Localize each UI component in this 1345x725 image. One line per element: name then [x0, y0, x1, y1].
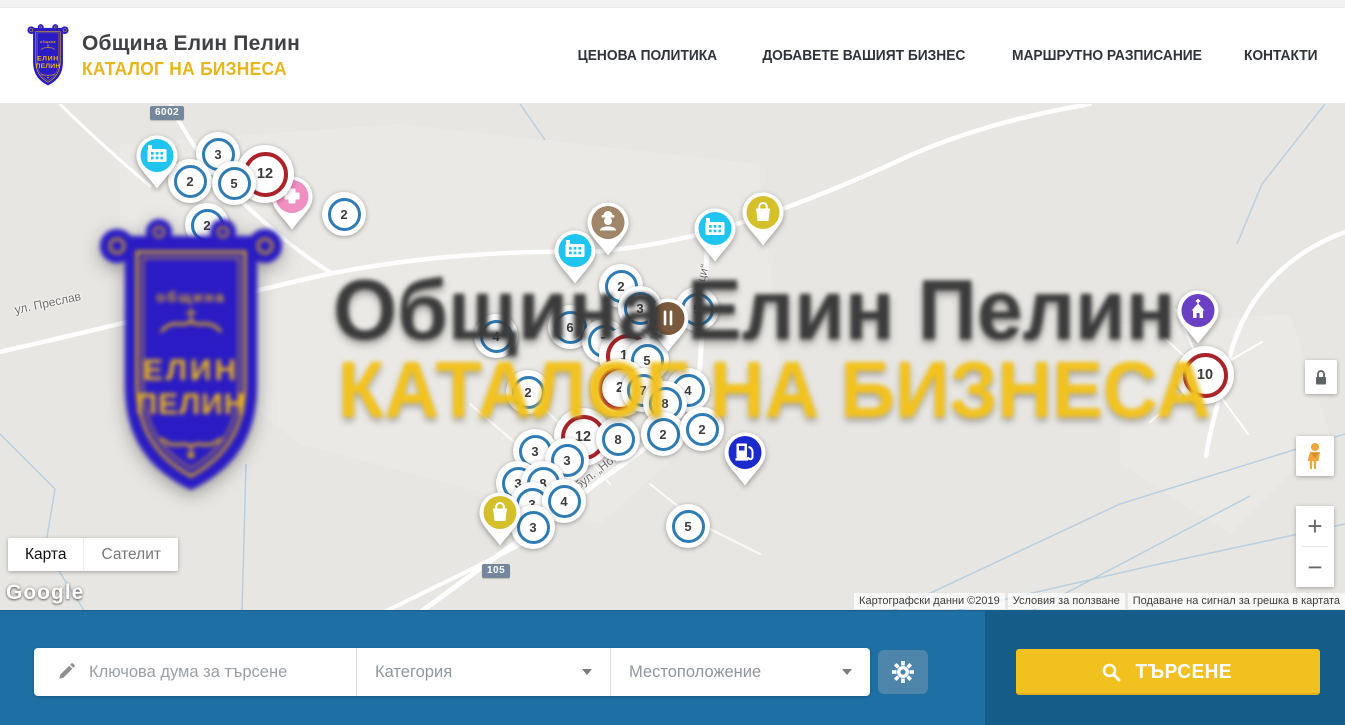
gear-icon — [891, 660, 915, 684]
map-canvas[interactable]: 6002105ул. Преславбул. „Новоселци“ 32125… — [0, 104, 1345, 610]
map-cluster-count: 4 — [548, 485, 581, 518]
lock-icon — [1312, 368, 1330, 386]
zoom-control: + − — [1296, 506, 1334, 587]
map-attribution: Картографски данни ©2019 Условия за полз… — [851, 593, 1345, 609]
brand[interactable]: Община Елин Пелин КАТАЛОГ НА БИЗНЕСА — [24, 22, 300, 90]
map-pin-factory[interactable] — [692, 207, 738, 263]
map-cluster-count: 2 — [328, 198, 361, 231]
map-cluster[interactable]: 4 — [474, 314, 518, 358]
pegman-icon — [1304, 442, 1326, 470]
attribution-terms-link[interactable]: Условия за ползване — [1008, 593, 1125, 609]
map-cluster[interactable]: 5 — [212, 161, 256, 205]
map-cluster-count: 5 — [218, 167, 251, 200]
keyword-field[interactable] — [34, 648, 356, 696]
search-icon — [1102, 663, 1121, 682]
location-select[interactable]: Местоположение — [610, 648, 870, 696]
map-markers: 321252223564713522748128223338343510 — [0, 104, 1345, 610]
map-cluster[interactable]: 8 — [596, 417, 640, 461]
site-subtitle: КАТАЛОГ НА БИЗНЕСА — [82, 58, 287, 80]
map-pin-fuel[interactable] — [722, 431, 768, 487]
map-cluster-count: 2 — [686, 413, 719, 446]
map-type-control: Карта Сателит — [8, 538, 178, 571]
map-type-satellite-button[interactable]: Сателит — [83, 538, 177, 571]
category-select-label: Категория — [375, 663, 452, 682]
map-cluster[interactable]: 2 — [680, 407, 724, 451]
google-logo[interactable]: Google — [6, 581, 84, 605]
nav-route-schedule[interactable]: МАРШРУТНО РАЗПИСАНИЕ — [1012, 48, 1202, 64]
attribution-copyright: Картографски данни ©2019 — [854, 593, 1005, 609]
map-cluster-count: 2 — [512, 376, 545, 409]
zoom-in-button[interactable]: + — [1296, 506, 1334, 546]
map-pin-factory[interactable] — [134, 134, 180, 190]
chevron-down-icon — [842, 669, 852, 675]
map-cluster-count: 2 — [191, 209, 224, 242]
main-nav: ЦЕНОВА ПОЛИТИКА ДОБАВЕТЕ ВАШИЯТ БИЗНЕС М… — [574, 48, 1320, 64]
map-type-map-button[interactable]: Карта — [8, 538, 83, 571]
map-pin-food[interactable] — [645, 297, 691, 353]
map-cluster-count: 10 — [1183, 353, 1228, 398]
map-cluster[interactable]: 10 — [1176, 346, 1234, 404]
map-cluster[interactable]: 2 — [506, 370, 550, 414]
map-pin-shopping[interactable] — [740, 191, 786, 247]
map-pin-builder[interactable] — [585, 201, 631, 257]
keyword-input[interactable] — [89, 663, 356, 682]
map-cluster[interactable]: 2 — [641, 412, 685, 456]
map-cluster-count: 8 — [602, 423, 635, 456]
pencil-icon — [56, 662, 76, 682]
page: Община Елин Пелин КАТАЛОГ НА БИЗНЕСА ЦЕН… — [0, 0, 1345, 725]
nav-contacts[interactable]: КОНТАКТИ — [1244, 48, 1318, 64]
attribution-report-link[interactable]: Подаване на сигнал за грешка в картата — [1128, 593, 1345, 609]
chevron-down-icon — [582, 669, 592, 675]
municipality-logo — [24, 22, 72, 90]
site-title: Община Елин Пелин — [82, 32, 300, 56]
header: Община Елин Пелин КАТАЛОГ НА БИЗНЕСА ЦЕН… — [0, 8, 1345, 104]
map-cluster[interactable]: 5 — [666, 504, 710, 548]
lock-button[interactable] — [1305, 360, 1337, 394]
pegman-button[interactable] — [1296, 436, 1334, 476]
search-bar: Категория Местоположение — [0, 610, 1345, 725]
map-cluster[interactable]: 2 — [322, 192, 366, 236]
search-form: Категория Местоположение — [34, 648, 870, 696]
search-button[interactable]: ТЪРСЕНЕ — [1016, 649, 1320, 695]
map-cluster-count: 5 — [672, 510, 705, 543]
zoom-out-button[interactable]: − — [1296, 547, 1334, 587]
map-pin-church[interactable] — [1175, 289, 1221, 345]
map-cluster-count: 2 — [647, 418, 680, 451]
category-select[interactable]: Категория — [356, 648, 610, 696]
nav-pricing-policy[interactable]: ЦЕНОВА ПОЛИТИКА — [578, 48, 717, 64]
top-strip — [0, 0, 1345, 8]
brand-text: Община Елин Пелин КАТАЛОГ НА БИЗНЕСА — [82, 32, 300, 80]
search-button-label: ТЪРСЕНЕ — [1135, 661, 1231, 684]
location-select-label: Местоположение — [629, 663, 761, 682]
advanced-search-button[interactable] — [878, 650, 928, 694]
map-pin-shopping[interactable] — [477, 491, 523, 547]
map-cluster-count: 4 — [480, 320, 513, 353]
map-cluster[interactable]: 2 — [185, 203, 229, 247]
nav-add-business[interactable]: ДОБАВЕТЕ ВАШИЯТ БИЗНЕС — [762, 48, 965, 64]
